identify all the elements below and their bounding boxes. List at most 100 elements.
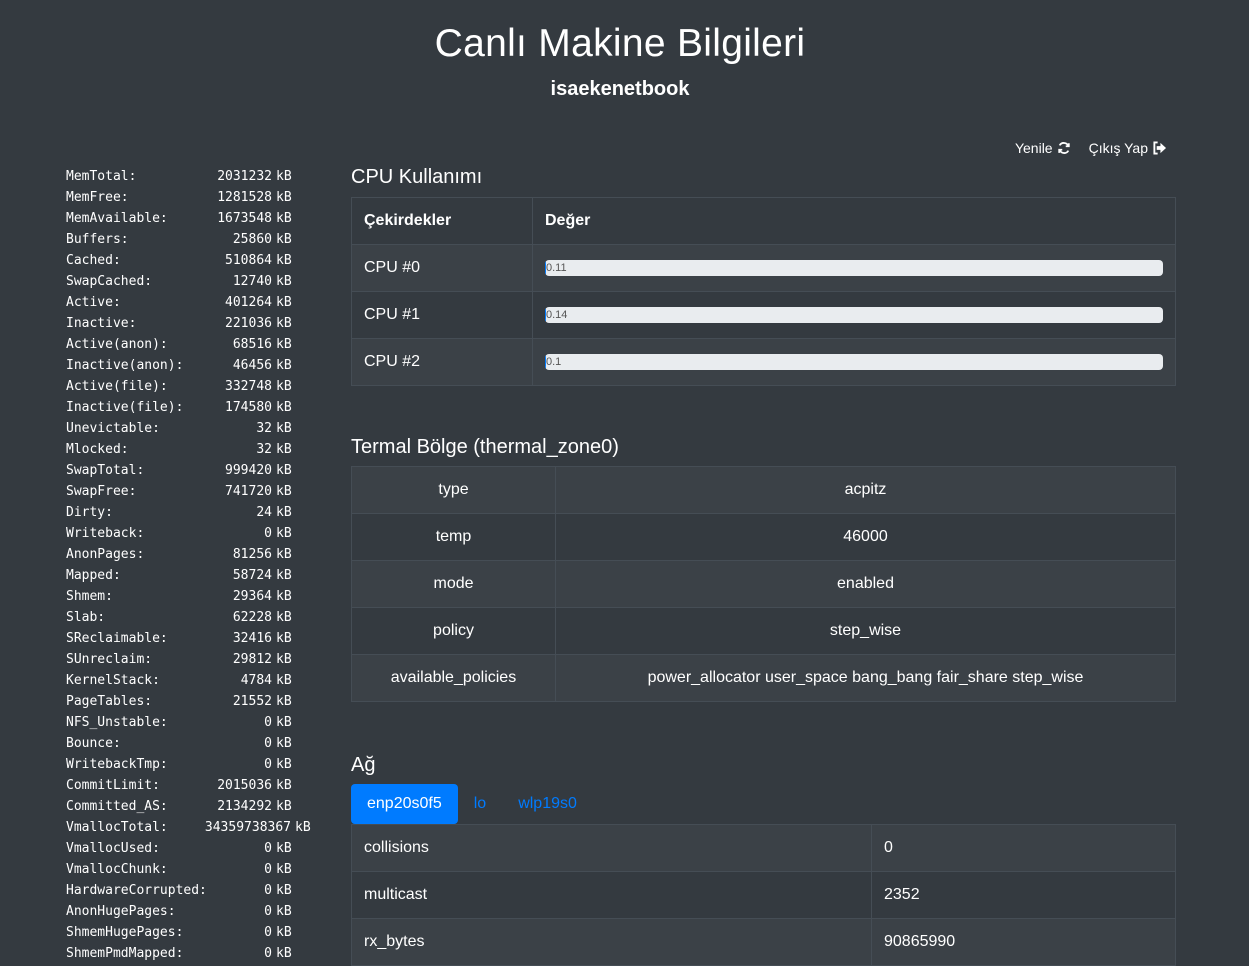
meminfo-row: MemAvailable: 1673548 kB <box>66 208 326 229</box>
meminfo-key: CommitLimit: <box>66 778 160 793</box>
meminfo-value: 2031232 <box>217 169 272 184</box>
cpu-col-cores: Çekirdekler <box>351 197 533 245</box>
tab-lo[interactable]: lo <box>458 784 502 824</box>
tab-enp20s0f5[interactable]: enp20s0f5 <box>351 784 458 824</box>
meminfo-row: Active(file): 332748 kB <box>66 376 326 397</box>
meminfo-key: ShmemHugePages: <box>66 925 184 940</box>
meminfo-key: Slab: <box>66 610 106 625</box>
meminfo-value: 21552 <box>232 694 272 709</box>
meminfo-unit: kB <box>276 190 292 205</box>
network-key: multicast <box>351 871 872 919</box>
meminfo-key: MemTotal: <box>66 169 137 184</box>
meminfo-unit: kB <box>276 505 292 520</box>
network-row: multicast 2352 <box>351 871 1176 919</box>
meminfo-row: HardwareCorrupted: 0 kB <box>66 880 326 901</box>
meminfo-row: Cached: 510864 kB <box>66 250 326 271</box>
meminfo-unit: kB <box>276 253 292 268</box>
network-row: rx_bytes 90865990 <box>351 918 1176 966</box>
meminfo-unit: kB <box>276 484 292 499</box>
meminfo-value: 741720 <box>225 484 272 499</box>
cpu-progress-label: 0.11 <box>546 262 567 274</box>
meminfo-unit: kB <box>276 673 292 688</box>
thermal-key: temp <box>351 513 556 561</box>
refresh-button[interactable]: Yenile <box>1015 140 1071 156</box>
meminfo-key: VmallocTotal: <box>66 820 168 835</box>
page-title: Canlı Makine Bilgileri <box>434 22 806 65</box>
meminfo-value: 0 <box>264 925 272 940</box>
meminfo-unit: kB <box>276 358 292 373</box>
meminfo-unit: kB <box>276 211 292 226</box>
meminfo-key: MemAvailable: <box>66 211 168 226</box>
meminfo-key: Inactive(file): <box>66 400 184 415</box>
meminfo-value: 24 <box>256 505 272 520</box>
meminfo-value: 510864 <box>225 253 272 268</box>
cpu-label: CPU #1 <box>351 291 533 339</box>
meminfo-row: VmallocUsed: 0 kB <box>66 838 326 859</box>
meminfo-key: Bounce: <box>66 736 121 751</box>
meminfo-unit: kB <box>276 274 292 289</box>
meminfo-row: Slab: 62228 kB <box>66 607 326 628</box>
meminfo-unit: kB <box>276 799 292 814</box>
meminfo-unit: kB <box>276 337 292 352</box>
meminfo-row: SwapTotal: 999420 kB <box>66 460 326 481</box>
meminfo-value: 401264 <box>225 295 272 310</box>
meminfo-row: SwapFree: 741720 kB <box>66 481 326 502</box>
cpu-value-cell: 0.14 <box>532 291 1176 339</box>
meminfo-key: AnonPages: <box>66 547 145 562</box>
meminfo-row: Unevictable: 32 kB <box>66 418 326 439</box>
meminfo-value: 0 <box>264 946 272 961</box>
meminfo-key: ShmemPmdMapped: <box>66 946 184 961</box>
cpu-progress: 0.11 <box>545 260 1163 276</box>
meminfo-row: Bounce: 0 kB <box>66 733 326 754</box>
meminfo-row: Active(anon): 68516 kB <box>66 334 326 355</box>
meminfo-key: Active(anon): <box>66 337 168 352</box>
meminfo-value: 4784 <box>240 673 272 688</box>
meminfo-key: NFS_Unstable: <box>66 715 168 730</box>
meminfo-row: Mlocked: 32 kB <box>66 439 326 460</box>
refresh-icon <box>1057 142 1070 154</box>
meminfo-row: Mapped: 58724 kB <box>66 565 326 586</box>
meminfo-key: Dirty: <box>66 505 113 520</box>
meminfo-key: Buffers: <box>66 232 129 247</box>
thermal-row: available_policies power_allocator user_s… <box>351 654 1176 702</box>
meminfo-value: 29812 <box>232 652 272 667</box>
meminfo-unit: kB <box>276 757 292 772</box>
meminfo-key: VmallocUsed: <box>66 841 160 856</box>
cpu-row: CPU #0 0.11 <box>351 244 1176 292</box>
network-value: 90865990 <box>871 918 1176 966</box>
meminfo-value: 1673548 <box>217 211 272 226</box>
thermal-key: policy <box>351 607 556 655</box>
meminfo-unit: kB <box>276 631 292 646</box>
meminfo-value: 2015036 <box>217 778 272 793</box>
thermal-row: mode enabled <box>351 560 1176 608</box>
meminfo-key: HardwareCorrupted: <box>66 883 207 898</box>
meminfo-row: WritebackTmp: 0 kB <box>66 754 326 775</box>
meminfo-row: Inactive(file): 174580 kB <box>66 397 326 418</box>
meminfo-value: 999420 <box>225 463 272 478</box>
thermal-value: power_allocator user_space bang_bang fai… <box>555 654 1176 702</box>
thermal-key: available_policies <box>351 654 556 702</box>
meminfo-value: 0 <box>264 715 272 730</box>
meminfo-value: 46456 <box>232 358 272 373</box>
meminfo-unit: kB <box>276 463 292 478</box>
meminfo-value: 2134292 <box>217 799 272 814</box>
cpu-value-cell: 0.11 <box>532 244 1176 292</box>
meminfo-key: Active: <box>66 295 121 310</box>
meminfo-unit: kB <box>276 904 292 919</box>
meminfo-row: SReclaimable: 32416 kB <box>66 628 326 649</box>
meminfo-key: Mapped: <box>66 568 121 583</box>
meminfo-row: Dirty: 24 kB <box>66 502 326 523</box>
meminfo-unit: kB <box>276 841 292 856</box>
meminfo-key: AnonHugePages: <box>66 904 176 919</box>
thermal-key: type <box>351 466 556 514</box>
meminfo-unit: kB <box>276 421 292 436</box>
meminfo-value: 0 <box>264 883 272 898</box>
meminfo-key: Writeback: <box>66 526 145 541</box>
meminfo-value: 62228 <box>232 610 272 625</box>
tab-wlp19s0[interactable]: wlp19s0 <box>502 784 593 824</box>
meminfo-unit: kB <box>276 883 292 898</box>
thermal-value: enabled <box>555 560 1176 608</box>
logout-button[interactable]: Çıkış Yap <box>1089 140 1167 156</box>
meminfo-row: Inactive: 221036 kB <box>66 313 326 334</box>
thermal-section-title: Termal Bölge (thermal_zone0) <box>351 436 619 458</box>
